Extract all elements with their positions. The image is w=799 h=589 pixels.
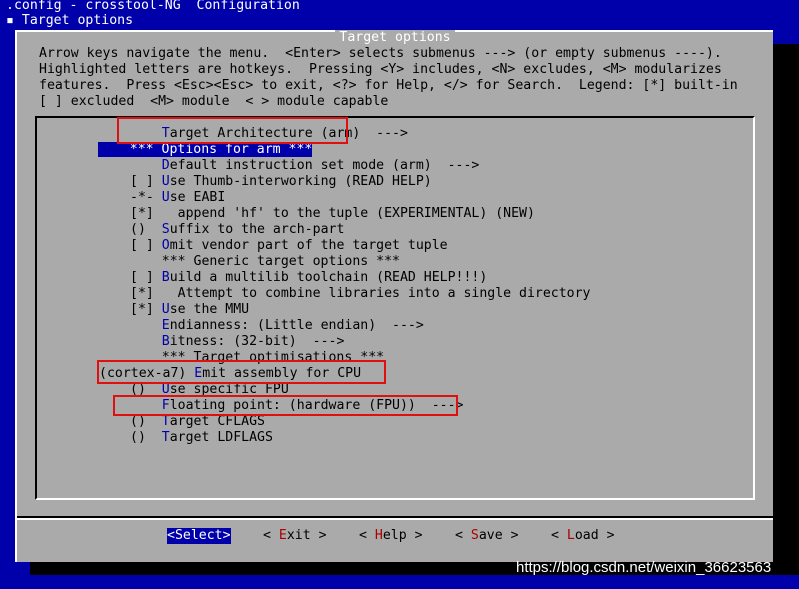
menu-item-prefix xyxy=(130,318,162,333)
breadcrumb: ▪ Target options xyxy=(6,13,133,29)
help-text-line-1: Arrow keys navigate the menu. <Enter> se… xyxy=(39,46,722,61)
menu-item-hotkey: E xyxy=(161,318,170,333)
menu-item-hotkey: U xyxy=(161,174,170,189)
menu-item-prefix: () xyxy=(130,430,162,445)
menu-item-hotkey: B xyxy=(161,270,170,285)
menu-item[interactable]: *** Options for arm *** xyxy=(98,142,313,158)
menu-item-prefix: [ ] xyxy=(130,270,162,285)
menu-item[interactable]: Bitness: (32-bit) ---> xyxy=(130,334,345,350)
menu-item-label: arget LDFLAGS xyxy=(169,430,273,445)
selected-highlight: *** Options for arm *** xyxy=(129,142,313,157)
menu-item[interactable]: [ ] Use Thumb-interworking (READ HELP) xyxy=(130,174,432,190)
menu-item-label: uild a multilib toolchain (READ HELP!!!) xyxy=(169,270,488,285)
menu-item-hotkey: T xyxy=(161,126,170,141)
menu-item-prefix: () xyxy=(130,414,162,429)
dialog-title: Target options xyxy=(17,30,773,46)
menu-item-hotkey: U xyxy=(161,190,170,205)
menu-item[interactable]: Endianness: (Little endian) ---> xyxy=(130,318,424,334)
select-button[interactable]: <Select> xyxy=(167,528,231,544)
menu-item-prefix: () xyxy=(130,222,162,237)
menu-item[interactable]: [*] append 'hf' to the tuple (EXPERIMENT… xyxy=(130,206,535,222)
menu-item[interactable]: () Target LDFLAGS xyxy=(130,430,273,446)
save-button[interactable]: < Save > xyxy=(455,528,519,544)
bullet-icon: ▪ xyxy=(6,13,14,28)
help-text-line-4: [ ] excluded <M> module < > module capab… xyxy=(39,94,389,109)
menu-item-hotkey: D xyxy=(161,158,170,173)
load-button[interactable]: < Load > xyxy=(551,528,615,544)
menu-list[interactable]: Target Architecture (arm) ---> *** Optio… xyxy=(35,116,755,500)
menu-item-label: ndianness: (Little endian) ---> xyxy=(169,318,424,333)
menu-item[interactable]: [*] Attempt to combine libraries into a … xyxy=(130,286,591,302)
menu-item-label: se the MMU xyxy=(169,302,250,317)
menu-item[interactable]: () Use specific FPU xyxy=(130,382,289,398)
help-text-line-3: features. Press <Esc><Esc> to exit, <?> … xyxy=(39,78,738,93)
menu-item-prefix xyxy=(130,350,162,365)
menu-item-label: loating point: (hardware (FPU)) ---> xyxy=(169,398,464,413)
menu-item-label: uffix to the arch-part xyxy=(169,222,345,237)
menu-item-label: se EABI xyxy=(169,190,226,205)
menu-item-label: mit vendor part of the target tuple xyxy=(169,238,448,253)
breadcrumb-label: Target options xyxy=(13,13,134,28)
menu-item-hotkey: F xyxy=(161,398,170,413)
menu-item-hotkey: U xyxy=(161,382,170,397)
menu-item-label: append 'hf' to the tuple (EXPERIMENTAL) … xyxy=(161,206,535,221)
menu-item-prefix: (cortex-a7) xyxy=(99,366,195,381)
menu-item-prefix: () xyxy=(130,382,162,397)
menu-item-prefix: [ ] xyxy=(130,238,162,253)
menu-item-hotkey: T xyxy=(161,414,170,429)
window-title: .config - crosstool-NG Configuration xyxy=(6,0,300,13)
menu-item-prefix xyxy=(130,158,162,173)
menu-item-prefix xyxy=(130,398,162,413)
config-dialog: Target options Arrow keys navigate the m… xyxy=(15,30,773,562)
menu-item[interactable]: () Suffix to the arch-part xyxy=(130,222,344,238)
menu-item-label: arget Architecture (arm) ---> xyxy=(169,126,408,141)
divider xyxy=(17,518,773,520)
menu-item-label: arget CFLAGS xyxy=(169,414,265,429)
menu-item-label: itness: (32-bit) ---> xyxy=(169,334,345,349)
menu-item-prefix xyxy=(130,126,162,141)
menu-item[interactable]: () Target CFLAGS xyxy=(130,414,265,430)
menu-item-hotkey: S xyxy=(161,222,170,237)
watermark: https://blog.csdn.net/weixin_36623563 xyxy=(516,559,772,576)
menu-item-label: *** Options for arm *** xyxy=(129,142,313,157)
menu-item[interactable]: Target Architecture (arm) ---> xyxy=(130,126,408,142)
menu-item-label: *** Target optimisations *** xyxy=(161,350,385,365)
menu-item[interactable]: [ ] Omit vendor part of the target tuple xyxy=(130,238,448,254)
menu-item-prefix: [*] xyxy=(130,302,162,317)
help-text-line-2: Highlighted letters are hotkeys. Pressin… xyxy=(39,62,722,77)
menu-item-prefix xyxy=(98,142,130,157)
menu-item-prefix: [ ] xyxy=(130,174,162,189)
menu-item-label: efault instruction set mode (arm) ---> xyxy=(169,158,480,173)
menu-item[interactable]: -*- Use EABI xyxy=(130,190,225,206)
menu-item[interactable]: *** Generic target options *** xyxy=(130,254,400,270)
menu-item-label: mit assembly for CPU xyxy=(202,366,362,381)
menu-item[interactable]: Floating point: (hardware (FPU)) ---> xyxy=(130,398,464,414)
menu-item[interactable]: [*] Use the MMU xyxy=(130,302,249,318)
menu-item-prefix xyxy=(130,334,162,349)
menu-item-label: Attempt to combine libraries into a sing… xyxy=(161,286,591,301)
exit-button[interactable]: < Exit > xyxy=(263,528,327,544)
menu-item-label: se Thumb-interworking (READ HELP) xyxy=(169,174,432,189)
menu-item-prefix: -*- xyxy=(130,190,162,205)
menu-item[interactable]: [ ] Build a multilib toolchain (READ HEL… xyxy=(130,270,487,286)
menu-item-hotkey: O xyxy=(161,238,170,253)
menu-item-prefix: [*] xyxy=(130,206,162,221)
menu-item-label: *** Generic target options *** xyxy=(161,254,400,269)
menu-item-hotkey: T xyxy=(161,430,170,445)
menu-item[interactable]: *** Target optimisations *** xyxy=(130,350,384,366)
help-button[interactable]: < Help > xyxy=(359,528,423,544)
menu-item-prefix xyxy=(130,254,162,269)
menu-item-hotkey: U xyxy=(161,302,170,317)
menu-item[interactable]: Default instruction set mode (arm) ---> xyxy=(130,158,480,174)
menu-item[interactable]: (cortex-a7) Emit assembly for CPU xyxy=(99,366,361,382)
menu-item-hotkey: B xyxy=(161,334,170,349)
menu-item-label: se specific FPU xyxy=(169,382,289,397)
menu-item-prefix: [*] xyxy=(130,286,162,301)
